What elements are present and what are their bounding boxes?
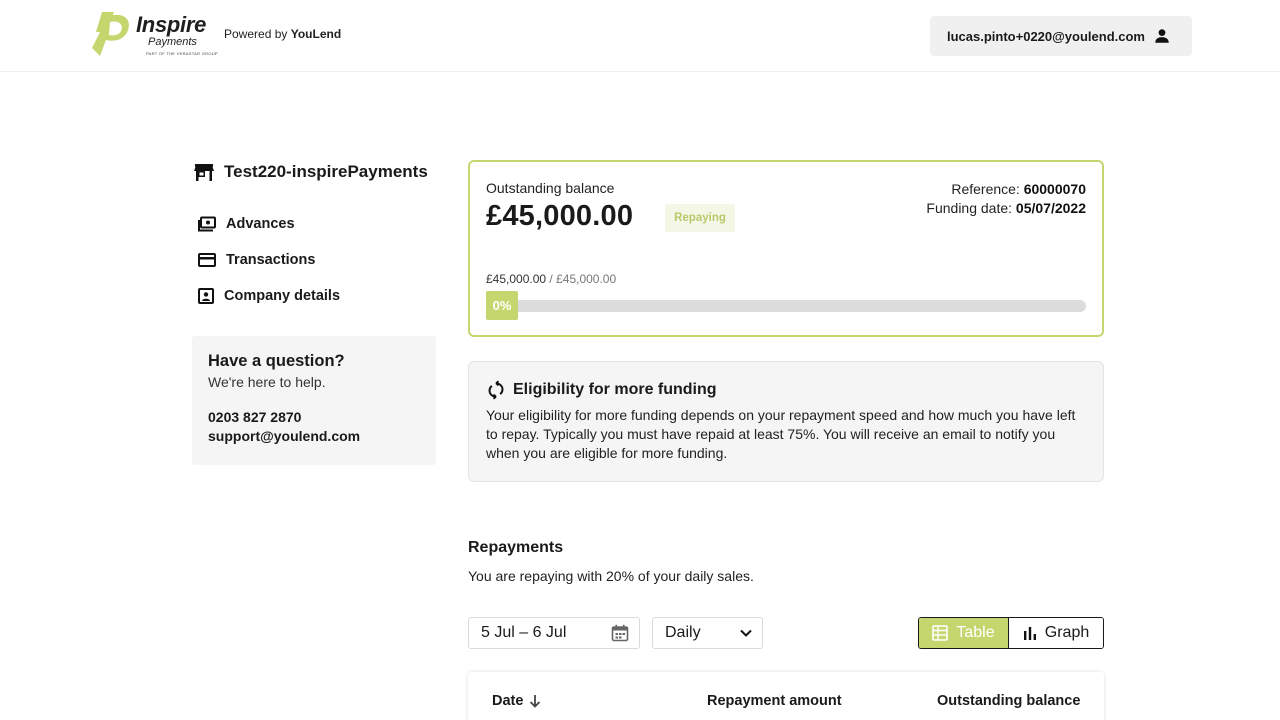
progress-track <box>486 300 1086 312</box>
sidebar-item-label: Advances <box>226 216 295 232</box>
funding-date-value: 05/07/2022 <box>1015 200 1086 216</box>
reference-block: Reference: 60000070 Funding date: 05/07/… <box>926 180 1086 218</box>
inspire-logo-mark-icon <box>92 12 129 56</box>
top-bar: Inspire Payments PART OF THE VERASTAR GR… <box>0 0 1280 72</box>
sidebar-item-transactions[interactable]: Transactions <box>198 242 340 278</box>
sort-arrow-down-icon[interactable] <box>529 694 541 708</box>
progress-current: £45,000.00 <box>486 272 547 286</box>
funding-date-label: Funding date: <box>926 200 1013 216</box>
reference-value: 60000070 <box>1023 181 1086 197</box>
calendar-icon[interactable] <box>611 624 629 642</box>
eligibility-body: Your eligibility for more funding depend… <box>486 407 1076 461</box>
logo-subtitle: Payments <box>148 36 197 48</box>
person-icon <box>1155 29 1169 43</box>
column-outstanding-balance-label: Outstanding balance <box>937 693 1081 709</box>
chevron-down-icon <box>740 629 752 637</box>
inspire-payments-logo[interactable]: Inspire Payments PART OF THE VERASTAR GR… <box>88 10 218 58</box>
outstanding-balance-amount: £45,000.00 <box>486 200 634 232</box>
sidebar-item-label: Company details <box>224 288 341 304</box>
progress-separator: / <box>549 272 553 286</box>
user-account-button[interactable]: lucas.pinto+0220@youlend.com <box>930 16 1192 56</box>
column-date[interactable]: Date <box>492 693 541 709</box>
progress-amounts: £45,000.00 / £45,000.00 <box>486 272 616 286</box>
graph-view-label: Graph <box>1044 624 1090 641</box>
help-subtitle: We're here to help. <box>208 374 326 390</box>
repayments-title: Repayments <box>468 539 564 556</box>
eligibility-panel: Eligibility for more funding Your eligib… <box>468 361 1104 482</box>
column-date-label: Date <box>492 693 524 709</box>
sidebar-item-company-details[interactable]: Company details <box>198 278 340 314</box>
advances-icon <box>198 216 216 232</box>
powered-prefix: Powered by <box>224 27 288 41</box>
outstanding-balance-label: Outstanding balance <box>486 180 615 196</box>
column-outstanding-balance[interactable]: Outstanding balance <box>937 693 1080 709</box>
eligibility-header: Eligibility for more funding <box>486 380 1086 400</box>
period-select[interactable]: Daily <box>652 617 763 649</box>
sidebar-item-label: Transactions <box>226 252 316 268</box>
contact-card-icon <box>198 288 214 304</box>
eligibility-title: Eligibility for more funding <box>513 381 717 398</box>
powered-brand: YouLend <box>290 27 342 41</box>
help-title: Have a question? <box>208 352 345 370</box>
column-repayment-amount-label: Repayment amount <box>707 693 842 709</box>
table-icon <box>932 625 949 641</box>
status-badge: Repaying <box>665 204 735 232</box>
view-toggle: Table Graph <box>918 617 1104 649</box>
merchant-name: Test220-inspirePayments <box>224 162 428 181</box>
logo-wordmark: Inspire <box>136 12 207 37</box>
sidebar-item-advances[interactable]: Advances <box>198 206 340 242</box>
store-icon <box>194 164 214 181</box>
period-value: Daily <box>665 624 701 641</box>
repayments-subtitle: You are repaying with 20% of your daily … <box>468 568 754 584</box>
help-email[interactable]: support@youlend.com <box>208 427 420 446</box>
bar-chart-icon <box>1023 627 1036 640</box>
progress-total: £45,000.00 <box>556 272 617 286</box>
help-phone[interactable]: 0203 827 2870 <box>208 408 420 427</box>
sidebar-nav: Advances Transactions Company details <box>198 206 340 314</box>
table-view-label: Table <box>956 624 995 641</box>
user-email: lucas.pinto+0220@youlend.com <box>947 28 1145 44</box>
powered-by: Powered by YouLend <box>224 27 341 41</box>
repayments-table-header: Date Repayment amount Outstanding balanc… <box>468 672 1104 720</box>
progress-percent: 0% <box>486 291 518 320</box>
graph-view-button[interactable]: Graph <box>1009 618 1103 648</box>
column-repayment-amount[interactable]: Repayment amount <box>707 693 842 709</box>
merchant-header: Test220-inspirePayments <box>194 162 428 182</box>
outstanding-balance-card: Outstanding balance £45,000.00 Repaying … <box>468 160 1104 337</box>
card-icon <box>198 253 216 267</box>
logo-tagline: PART OF THE VERASTAR GROUP <box>146 51 218 56</box>
table-view-button[interactable]: Table <box>919 618 1009 648</box>
refresh-icon <box>488 380 504 400</box>
date-range-value: 5 Jul – 6 Jul <box>481 624 567 641</box>
date-range-picker[interactable]: 5 Jul – 6 Jul <box>468 617 640 649</box>
help-panel: Have a question? We're here to help. 020… <box>192 336 436 465</box>
reference-label: Reference: <box>951 181 1020 197</box>
